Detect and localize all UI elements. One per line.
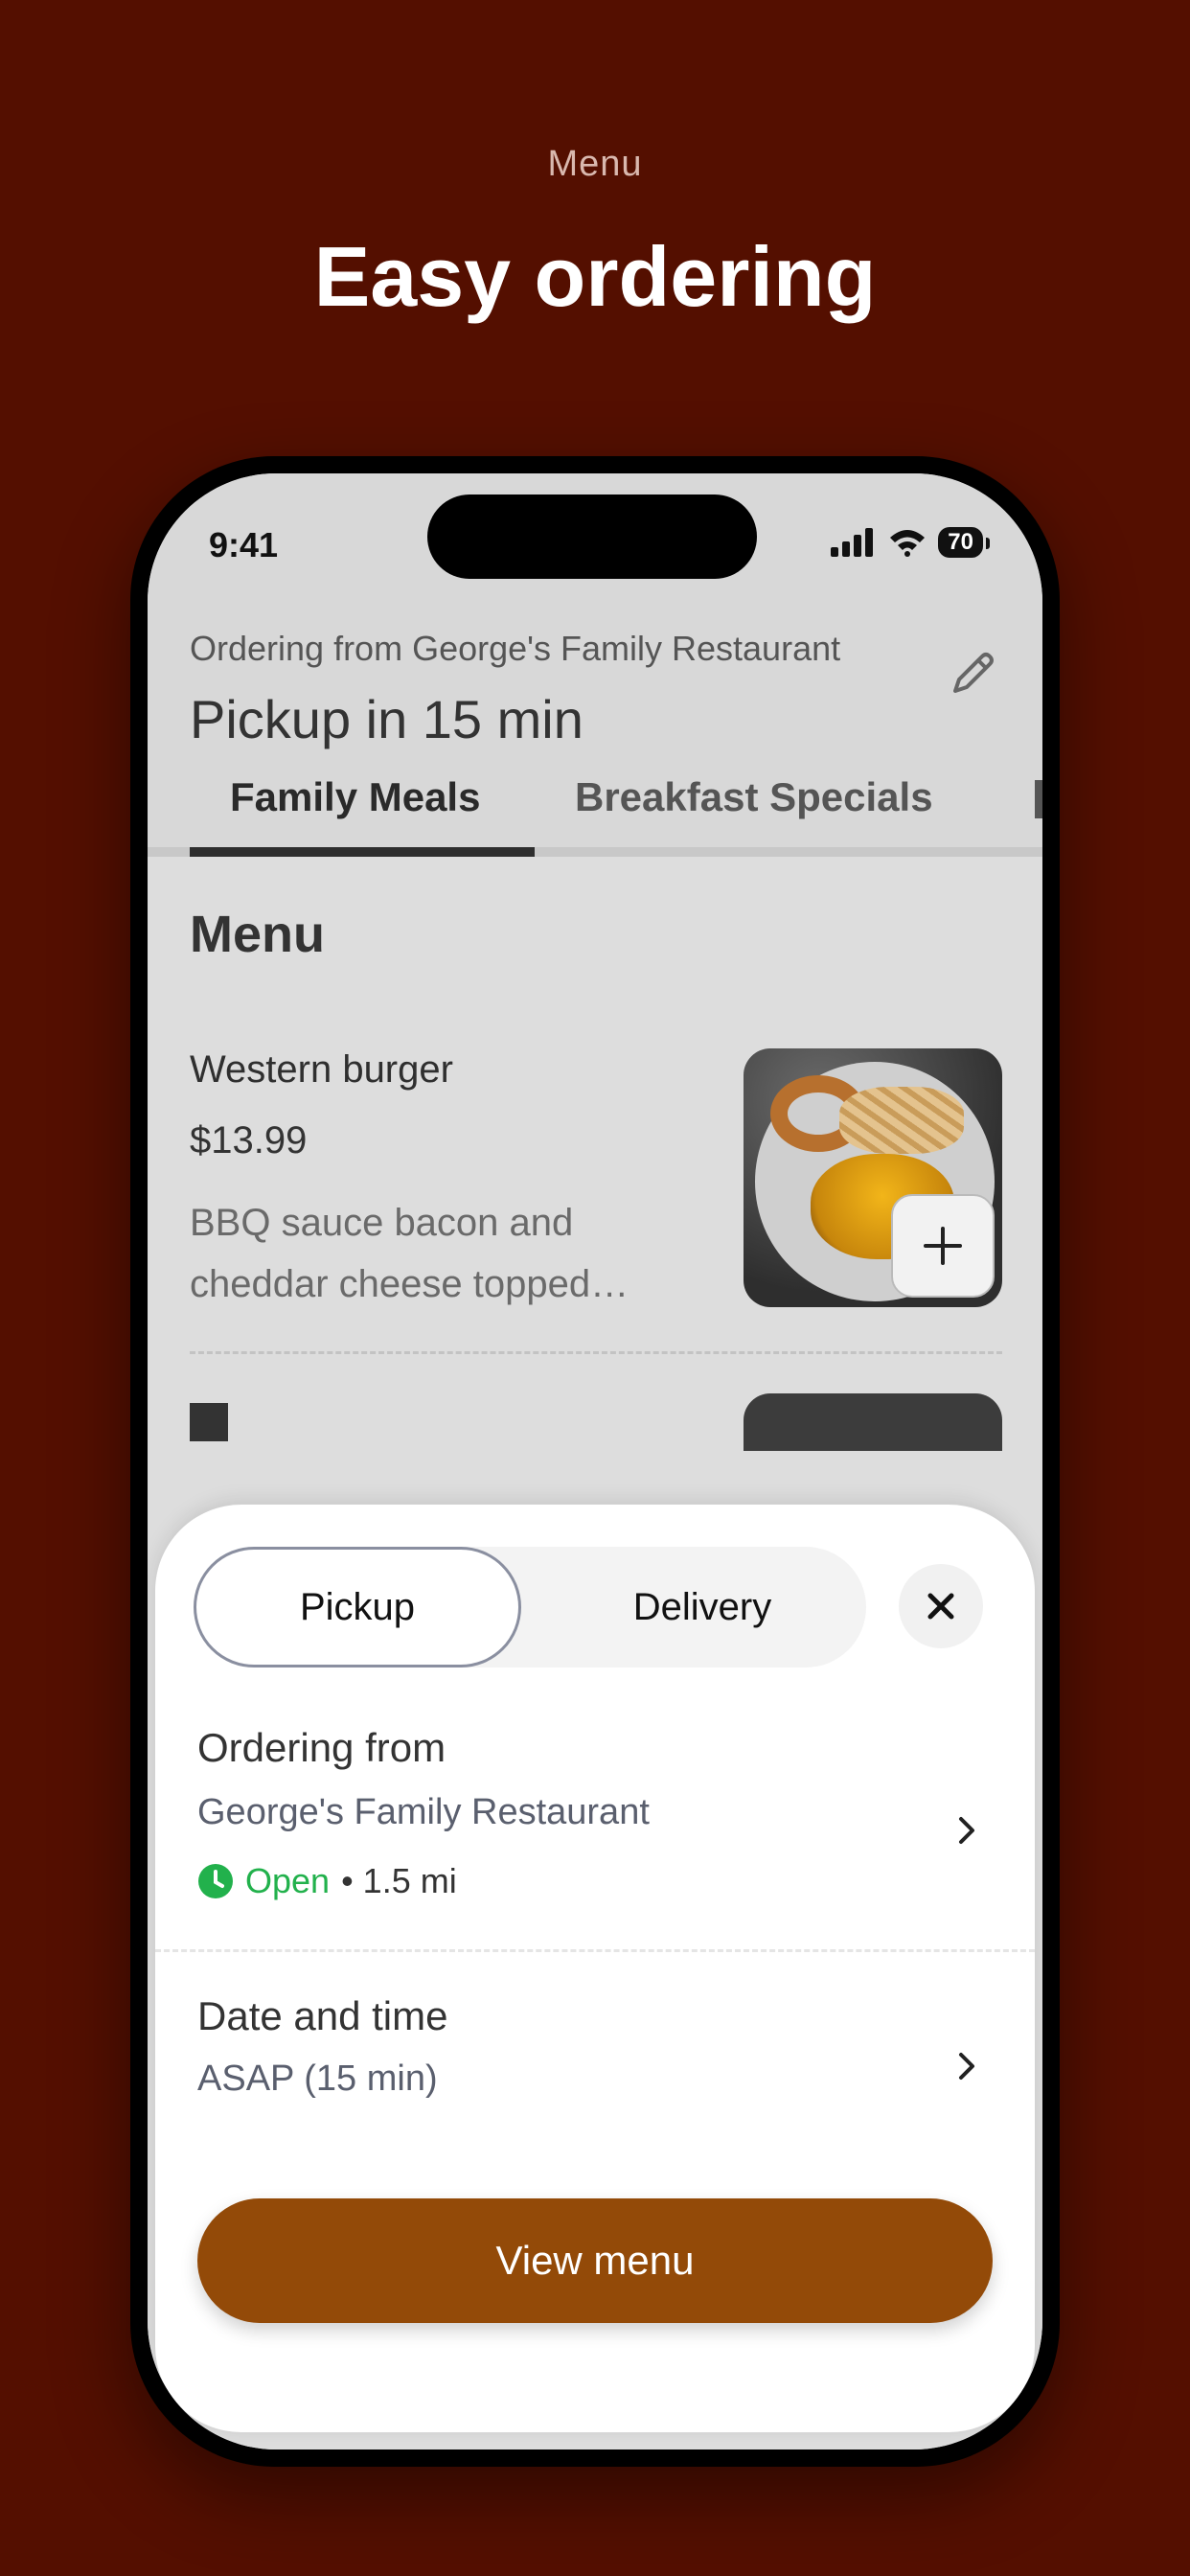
order-settings-sheet: Pickup Delivery Ordering from George's F… — [155, 1505, 1035, 2432]
active-tab-indicator — [190, 847, 535, 857]
fries-shape — [839, 1087, 964, 1154]
pickup-time: Pickup in 15 min — [190, 689, 584, 749]
item-name[interactable]: Western burger — [190, 1048, 453, 1092]
close-button[interactable] — [899, 1564, 983, 1648]
item-description: BBQ sauce bacon and cheddar cheese toppe… — [190, 1202, 629, 1305]
promo-eyebrow: Menu — [547, 144, 643, 184]
order-header: Ordering from George's Family Restaurant… — [148, 598, 1042, 751]
phone-screen: 9:41 70 Ordering from George's Family Re… — [148, 473, 1042, 2450]
view-menu-button[interactable]: View menu — [197, 2198, 993, 2323]
fulfillment-toggle: Pickup Delivery — [194, 1547, 866, 1668]
signal-icon — [831, 528, 874, 557]
chevron-right-icon — [959, 1817, 974, 1844]
status-icons: 70 — [831, 527, 990, 558]
chevron-right-icon — [959, 2053, 974, 2080]
tab-family-meals[interactable]: Family Meals — [230, 774, 480, 820]
tab-breakfast-specials[interactable]: Breakfast Specials — [575, 774, 933, 820]
date-time-heading: Date and time — [197, 1993, 448, 2038]
restaurant-status: Open • 1.5 mi — [197, 1861, 457, 1901]
ordering-from-label: Ordering from George's Family Restaurant — [190, 629, 841, 668]
next-item-peek — [190, 1403, 228, 1441]
wifi-icon — [890, 530, 926, 557]
open-status: Open — [245, 1861, 331, 1900]
edit-order-button[interactable] — [941, 642, 1004, 705]
restaurant-chevron[interactable] — [952, 1811, 981, 1850]
clock-icon — [198, 1864, 233, 1898]
distance: • 1.5 mi — [341, 1861, 457, 1900]
date-time-value[interactable]: ASAP (15 min) — [197, 2058, 438, 2100]
next-item-image-peek — [744, 1393, 1002, 1451]
add-item-button[interactable] — [891, 1194, 995, 1298]
tab-overflow[interactable] — [1035, 780, 1042, 818]
sheet-divider — [155, 1949, 1035, 1952]
status-time: 9:41 — [209, 525, 279, 564]
item-price: $13.99 — [190, 1119, 308, 1162]
status-bar: 9:41 70 — [148, 473, 1042, 598]
dynamic-island — [427, 494, 757, 579]
item-divider — [190, 1351, 1002, 1354]
date-time-chevron[interactable] — [952, 2047, 981, 2085]
item-image[interactable] — [744, 1048, 1002, 1307]
pickup-option[interactable]: Pickup — [194, 1547, 521, 1668]
battery-icon: 70 — [938, 527, 990, 558]
category-tabs: Family Meals Breakfast Specials — [148, 751, 1042, 857]
pencil-icon — [953, 653, 994, 693]
close-icon — [927, 1593, 954, 1620]
promo-title: Easy ordering — [313, 229, 877, 324]
ordering-from-heading: Ordering from — [197, 1725, 446, 1770]
plus-icon — [924, 1227, 962, 1265]
restaurant-name[interactable]: George's Family Restaurant — [197, 1792, 650, 1833]
menu-heading: Menu — [190, 906, 325, 963]
phone-frame: 9:41 70 Ordering from George's Family Re… — [130, 456, 1060, 2467]
delivery-option[interactable]: Delivery — [538, 1547, 866, 1668]
